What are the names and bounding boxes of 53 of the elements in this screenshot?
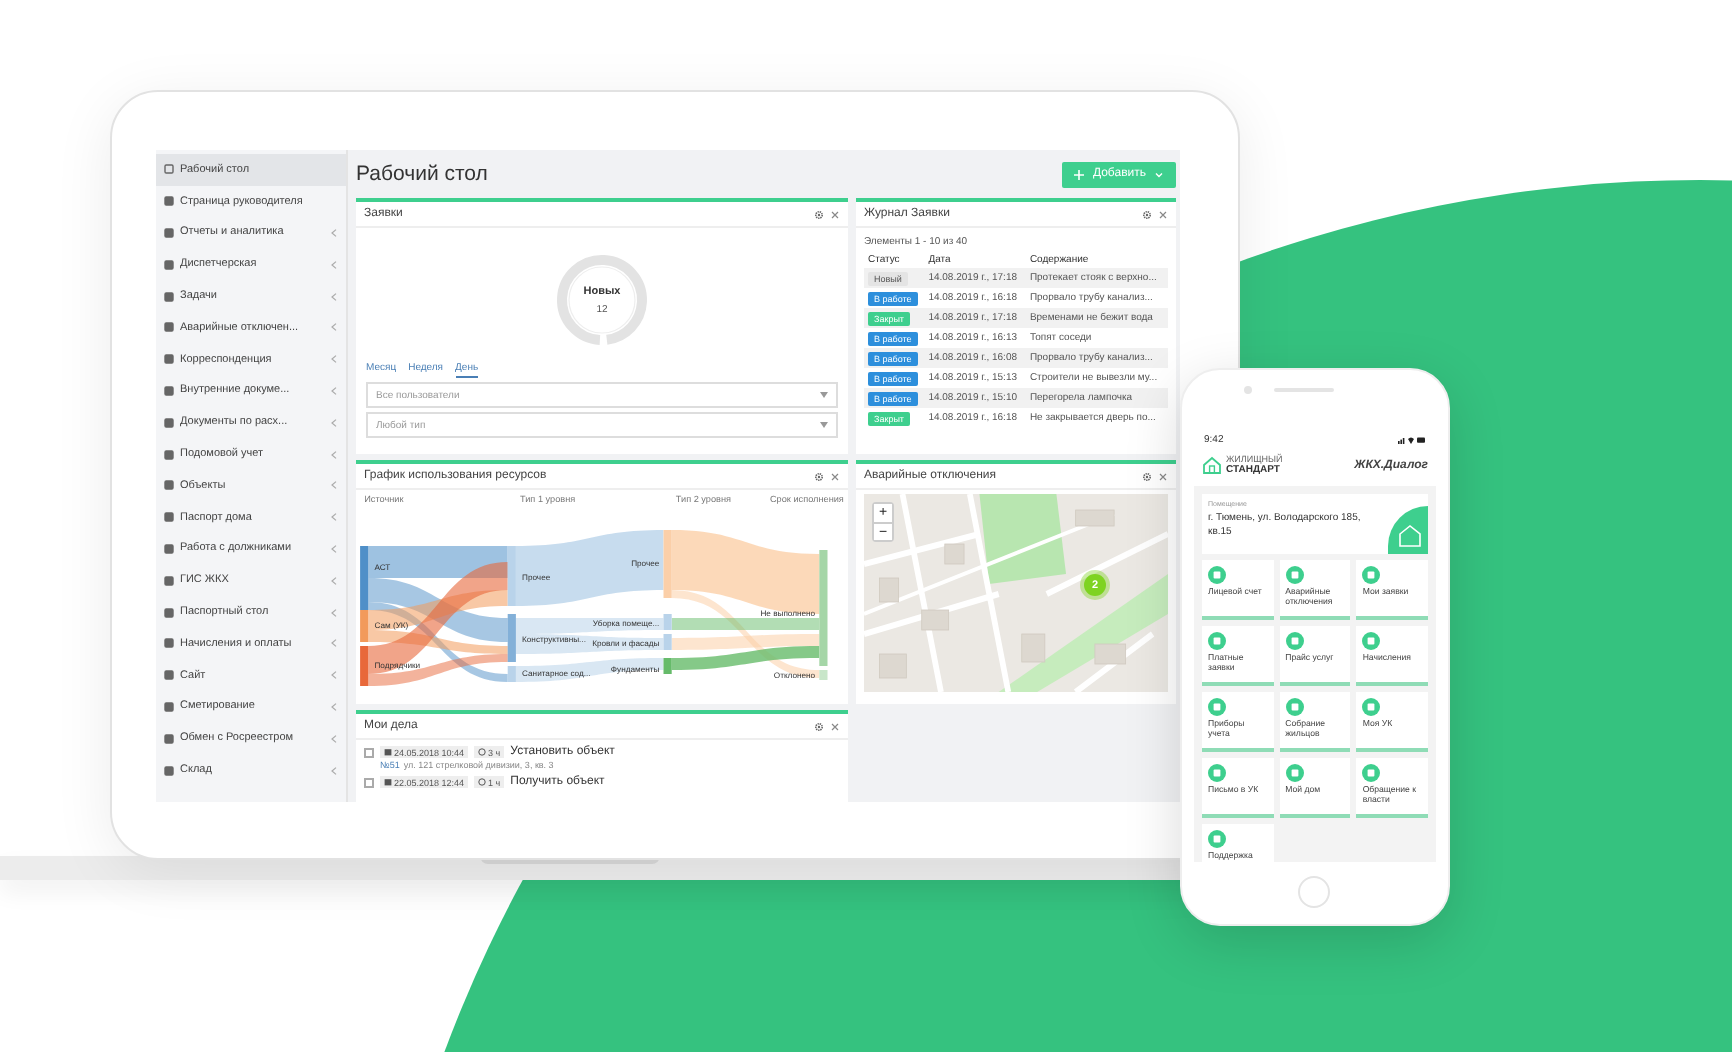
square-icon: [164, 765, 174, 776]
close-icon[interactable]: [1158, 209, 1168, 219]
square-icon: [164, 291, 174, 302]
square-icon: [164, 227, 174, 238]
circle-icon: [1208, 763, 1226, 782]
square-icon: [164, 354, 174, 365]
status-icons: [1398, 436, 1426, 444]
square-icon: [164, 638, 174, 649]
square-icon: [164, 575, 174, 586]
close-icon[interactable]: [830, 209, 840, 219]
settings-icon[interactable]: [1142, 471, 1152, 481]
plus-icon: [1074, 169, 1085, 179]
page-title: Рабочий стол: [356, 162, 488, 186]
circle-icon: [1285, 763, 1304, 782]
settings-icon[interactable]: [814, 209, 824, 219]
circle-icon: [1208, 697, 1226, 716]
square-icon: [164, 385, 174, 396]
house-logo-icon: [1202, 456, 1222, 475]
caret-icon: [1154, 169, 1164, 179]
circle-icon: [1208, 565, 1226, 584]
circle-icon: [1208, 631, 1226, 650]
square-icon: [164, 512, 174, 523]
square-icon: [164, 543, 174, 554]
square-icon: [164, 259, 174, 270]
square-icon: [164, 701, 174, 712]
square-icon: [164, 164, 174, 175]
close-icon[interactable]: [830, 471, 840, 481]
square-icon: [164, 670, 174, 681]
task-checkbox[interactable]: [364, 777, 374, 787]
square-icon: [164, 733, 174, 744]
circle-icon: [1285, 631, 1304, 650]
task-checkbox[interactable]: [364, 747, 374, 757]
circle-icon: [1362, 763, 1381, 782]
caret-icon: [820, 392, 828, 398]
square-icon: [164, 196, 174, 207]
circle-icon: [1362, 631, 1381, 650]
square-icon: [164, 322, 174, 333]
circle-icon: [1362, 565, 1381, 584]
circle-icon: [1285, 697, 1304, 716]
square-icon: [164, 449, 174, 460]
square-icon: [164, 480, 174, 491]
circle-icon: [1285, 565, 1304, 584]
settings-icon[interactable]: [1142, 209, 1152, 219]
settings-icon[interactable]: [814, 721, 824, 731]
square-icon: [164, 607, 174, 618]
square-icon: [164, 417, 174, 428]
settings-icon[interactable]: [814, 471, 824, 481]
circle-icon: [1208, 829, 1226, 848]
circle-icon: [1362, 697, 1381, 716]
donut-ring: [554, 252, 650, 348]
caret-icon: [820, 422, 828, 428]
close-icon[interactable]: [1158, 471, 1168, 481]
close-icon[interactable]: [830, 721, 840, 731]
